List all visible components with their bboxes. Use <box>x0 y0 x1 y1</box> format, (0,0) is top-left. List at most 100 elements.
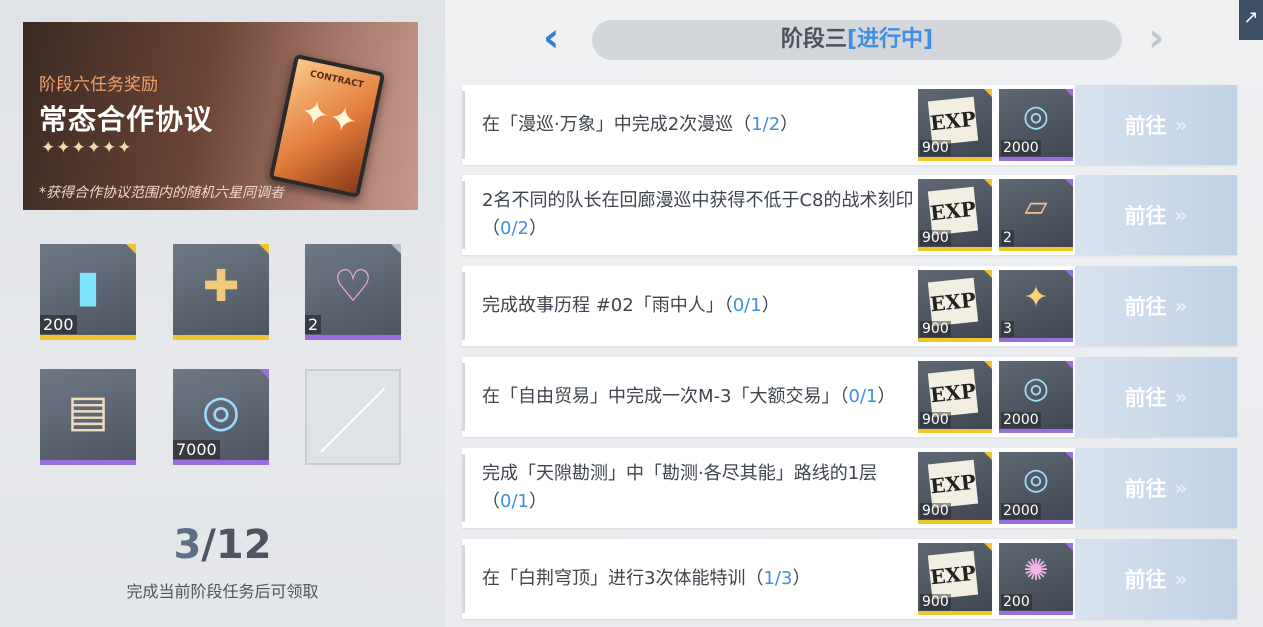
go-button[interactable]: 前往 » <box>1075 539 1237 619</box>
task-edge <box>462 181 465 249</box>
task-description: 完成故事历程 #02「雨中人」（0/1） <box>482 266 917 346</box>
task-text: 在「漫巡·万象」中完成2次漫巡（ <box>482 114 752 135</box>
reward-item-coin[interactable]: ◎ 7000 <box>173 369 269 465</box>
contract-card-label: CONTRACT <box>309 69 365 91</box>
task-reward[interactable]: ◎ 2000 <box>999 89 1073 161</box>
rarity-corner <box>984 543 992 551</box>
task-reward[interactable]: ◎ 2000 <box>999 361 1073 433</box>
reward-amount: 2 <box>1001 230 1014 246</box>
rarity-bar <box>918 429 992 433</box>
task-progress-done: 0 <box>732 295 745 316</box>
rarity-bar <box>918 520 992 524</box>
rarity-corner <box>1065 543 1073 551</box>
rarity-bar <box>173 460 269 465</box>
heart-crystal-icon: ♡ <box>333 261 373 312</box>
task-reward[interactable]: ▱ 2 <box>999 179 1073 251</box>
go-button[interactable]: 前往 » <box>1075 175 1237 255</box>
coin-icon: ◎ <box>1022 99 1050 134</box>
progress-hint: 完成当前阶段任务后可领取 <box>126 582 319 601</box>
rarity-bar <box>918 611 992 615</box>
stage-title-pill: 阶段三[进行中] <box>592 20 1122 60</box>
task-reward[interactable]: EXP 900 <box>918 270 992 342</box>
reward-amount: 900 <box>920 503 951 519</box>
go-label: 前往 <box>1124 114 1167 138</box>
task-row: 在「自由贸易」中完成一次M-3「大额交易」（0/1） EXP 900 ◎ 2000 前往 » <box>462 357 1237 437</box>
rarity-stars: ✦✦✦✦✦✦ <box>41 138 133 158</box>
rarity-bar <box>918 247 992 251</box>
reward-item-heart-crystal[interactable]: ♡ 2 <box>305 244 401 340</box>
reward-item-card[interactable]: ✚ <box>173 244 269 340</box>
task-text: 在「白荆穹顶」进行3次体能特训（ <box>482 568 764 589</box>
task-reward[interactable]: EXP 900 <box>918 89 992 161</box>
task-description: 在「漫巡·万象」中完成2次漫巡（1/2） <box>482 85 917 165</box>
task-edge <box>462 545 465 613</box>
coin-icon: ◎ <box>201 386 241 437</box>
reward-title: 常态合作协议 <box>39 103 214 136</box>
rarity-corner <box>259 244 269 254</box>
expand-icon[interactable]: ↗ <box>1239 0 1263 40</box>
exp-icon: EXP <box>927 186 979 236</box>
gear-disc-icon: ✺ <box>1023 553 1049 588</box>
reward-subtitle: 阶段六任务奖励 <box>39 75 158 95</box>
task-edge <box>462 454 465 522</box>
task-reward[interactable]: EXP 900 <box>918 361 992 433</box>
stage-status: [进行中] <box>846 27 934 52</box>
double-chevron-right-icon: » <box>1174 203 1188 227</box>
reward-amount: 900 <box>920 321 951 337</box>
task-text-end: ） <box>528 218 547 239</box>
task-progress-total: 2 <box>517 218 529 239</box>
double-chevron-right-icon: » <box>1174 567 1188 591</box>
empty-slot-icon <box>320 387 386 453</box>
reward-amount: 2000 <box>1001 503 1041 519</box>
prev-stage-chevron-icon[interactable]: ‹ <box>543 18 559 58</box>
go-button[interactable]: 前往 » <box>1075 85 1237 165</box>
snack-icon: ▱ <box>1024 189 1048 224</box>
task-reward[interactable]: ✦ 3 <box>999 270 1073 342</box>
exp-icon: EXP <box>927 277 979 327</box>
reward-item-package[interactable]: ▤ <box>40 369 136 465</box>
reward-amount: 900 <box>920 594 951 610</box>
progress-separator: / <box>201 522 216 568</box>
reward-amount: 200 <box>1001 594 1032 610</box>
task-progress-total: 1 <box>866 386 878 407</box>
contract-card-icon: CONTRACT ✦✦ <box>268 53 386 199</box>
rarity-bar <box>918 157 992 161</box>
contract-card-glyph: ✦✦ <box>296 91 361 143</box>
task-text-end: ） <box>877 386 896 407</box>
go-label: 前往 <box>1124 204 1167 228</box>
go-button[interactable]: 前往 » <box>1075 266 1237 346</box>
rarity-bar <box>999 247 1073 251</box>
next-stage-chevron-icon[interactable]: › <box>1148 18 1164 58</box>
rarity-bar <box>305 335 401 340</box>
exp-icon: EXP <box>927 459 979 509</box>
task-edge <box>462 363 465 431</box>
task-reward[interactable]: ✺ 200 <box>999 543 1073 615</box>
rarity-bar <box>999 157 1073 161</box>
task-reward[interactable]: EXP 900 <box>918 452 992 524</box>
double-chevron-right-icon: » <box>1174 113 1188 137</box>
stage-reward-banner[interactable]: 阶段六任务奖励 常态合作协议 ✦✦✦✦✦✦ *获得合作协议范围内的随机六星同调者… <box>23 22 418 210</box>
empty-item-slot <box>305 369 401 465</box>
progress-current: 3 <box>173 522 202 568</box>
card-icon: ✚ <box>202 261 240 312</box>
task-reward[interactable]: EXP 900 <box>918 543 992 615</box>
go-label: 前往 <box>1124 295 1167 319</box>
reward-item-bottle[interactable]: ▮ 200 <box>40 244 136 340</box>
task-panel: ‹ 阶段三[进行中] › ↗ 在「漫巡·万象」中完成2次漫巡（1/2） EXP 90… <box>445 0 1263 627</box>
rarity-bar <box>40 460 136 465</box>
go-button[interactable]: 前往 » <box>1075 448 1237 528</box>
task-progress-done: 0 <box>500 491 512 512</box>
reward-amount: 900 <box>920 412 951 428</box>
exp-icon: EXP <box>927 550 979 600</box>
rarity-corner <box>1065 179 1073 187</box>
task-description: 2名不同的队长在回廊漫巡中获得不低于C8的战术刻印（0/2） <box>482 175 917 255</box>
go-button[interactable]: 前往 » <box>1075 357 1237 437</box>
task-edge <box>462 272 465 340</box>
task-reward[interactable]: ◎ 2000 <box>999 452 1073 524</box>
reward-amount: 900 <box>920 140 951 156</box>
rarity-bar <box>173 335 269 340</box>
task-reward[interactable]: EXP 900 <box>918 179 992 251</box>
task-progress-done: 0 <box>848 386 860 407</box>
task-text: 完成故事历程 #02「雨中人」（ <box>482 295 733 316</box>
rarity-bar <box>40 335 136 340</box>
